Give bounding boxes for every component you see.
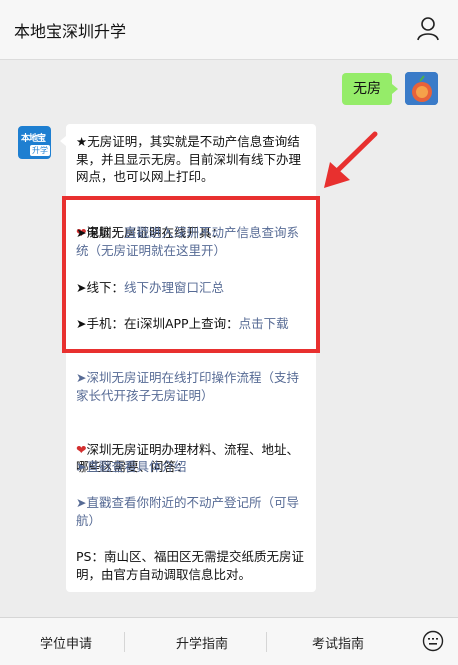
menu-tab-degree-application[interactable]: 学位申请 <box>40 633 92 652</box>
highlight-box <box>62 196 320 353</box>
bot-avatar-line1: 本地宝 <box>21 134 46 144</box>
chat-header: 本地宝深圳升学 <box>0 0 458 60</box>
bot-avatar-line2: 升学 <box>30 145 50 156</box>
bot-avatar[interactable]: 本地宝 升学 <box>18 126 51 159</box>
chat-title: 本地宝深圳升学 <box>14 22 127 41</box>
heart-icon: ❤ <box>76 441 87 457</box>
print-guide-link[interactable]: ➤深圳无房证明在线打印操作流程（支持家长代开孩子无房证明） <box>76 369 310 404</box>
menu-divider <box>124 632 125 652</box>
bot-message-bubble: ★无房证明，其实就是不动产信息查询结果，并且显示无房。目前深圳有线下办理网点，也… <box>60 124 316 592</box>
bottom-menu: 学位申请 升学指南 考试指南 <box>0 617 458 665</box>
menu-divider <box>266 632 267 652</box>
user-avatar[interactable] <box>405 72 438 105</box>
keyboard-icon[interactable] <box>422 630 444 652</box>
ps-note: PS：南山区、福田区无需提交纸质无房证明，由官方自动调取信息比对。 <box>76 549 304 582</box>
intro-text: ★无房证明，其实就是不动产信息查询结果，并且显示无房。目前深圳有线下办理网点，也… <box>76 134 302 184</box>
highlight-arrow-icon <box>324 131 378 188</box>
profile-icon[interactable] <box>416 16 440 42</box>
menu-tab-exam-guide[interactable]: 考试指南 <box>312 633 364 652</box>
materials-link[interactable]: ➤直戳查看具体介绍 <box>76 458 310 476</box>
nearby-office-link[interactable]: ➤直戳查看你附近的不动产登记所（可导航） <box>76 494 310 529</box>
user-message-bubble: 无房 <box>342 73 398 105</box>
menu-tab-school-guide[interactable]: 升学指南 <box>176 633 228 652</box>
